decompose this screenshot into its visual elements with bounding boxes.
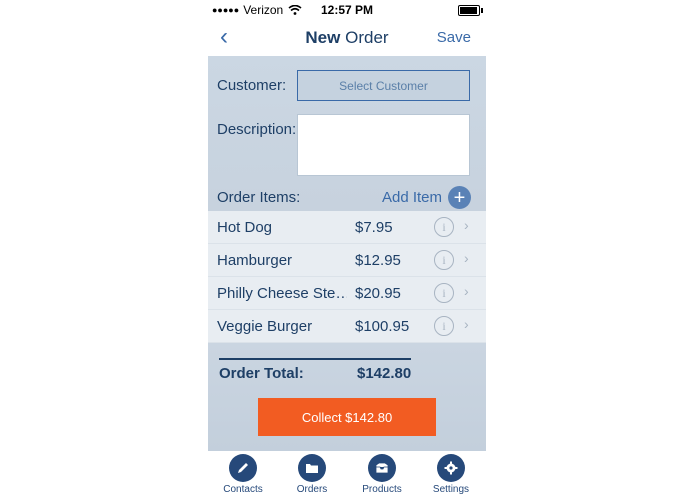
info-icon[interactable]: i [434,283,454,303]
item-price: $100.95 [355,318,410,335]
plus-icon: + [448,186,471,209]
status-time: 12:57 PM [320,3,374,17]
total-divider [219,358,411,360]
tab-label: Contacts [223,484,263,495]
pencil-icon [229,454,257,482]
page-title-bold: New [305,28,341,47]
tab-label: Products [362,484,402,495]
description-field[interactable] [297,114,470,176]
tab-label: Settings [432,484,470,495]
item-name: Hot Dog [217,219,273,236]
page-title-rest: Order [345,28,389,47]
chevron-right-icon: › [464,316,469,332]
order-form: Customer: Select Customer Description: O… [208,56,486,211]
gear-icon [437,454,465,482]
inbox-icon [368,454,396,482]
order-total-label: Order Total: [219,365,304,382]
status-bar: ●●●●● Verizon 12:57 PM [208,0,486,20]
tab-settings[interactable]: Settings [421,454,481,495]
save-button[interactable]: Save [437,29,471,46]
customer-label: Customer: [217,77,287,94]
order-total-value: $142.80 [357,365,412,382]
chevron-right-icon: › [464,217,469,233]
order-items-label: Order Items: [217,189,301,206]
item-price: $20.95 [355,285,401,302]
list-item[interactable]: Philly Cheese Ste… $20.95 i › [208,277,486,310]
folder-icon [298,454,326,482]
add-item-label: Add Item [381,189,442,206]
tab-bar: Contacts Orders Products Settings [208,451,486,495]
phone-screen: ●●●●● Verizon 12:57 PM ‹ New Order Save … [208,0,486,495]
list-item[interactable]: Hot Dog $7.95 i › [208,211,486,244]
info-icon[interactable]: i [434,217,454,237]
list-item[interactable]: Veggie Burger $100.95 i › [208,310,486,343]
chevron-right-icon: › [464,283,469,299]
description-label: Description: [217,121,297,138]
tab-orders[interactable]: Orders [282,454,342,495]
item-price: $7.95 [355,219,393,236]
nav-bar: ‹ New Order Save [208,20,486,56]
order-totals: Order Total: $142.80 Collect $142.80 [208,343,486,451]
list-item[interactable]: Hamburger $12.95 i › [208,244,486,277]
tab-products[interactable]: Products [352,454,412,495]
tab-label: Orders [296,484,328,495]
item-name: Hamburger [217,252,293,269]
collect-button[interactable]: Collect $142.80 [258,398,436,436]
item-name: Philly Cheese Ste… [217,285,347,302]
info-icon[interactable]: i [434,250,454,270]
battery-icon [458,5,483,16]
info-icon[interactable]: i [434,316,454,336]
item-name: Veggie Burger [217,318,313,335]
select-customer-button[interactable]: Select Customer [297,70,470,101]
add-item-button[interactable]: Add Item + [382,186,471,209]
chevron-right-icon: › [464,250,469,266]
item-price: $12.95 [355,252,401,269]
tab-contacts[interactable]: Contacts [213,454,273,495]
order-items-list: Hot Dog $7.95 i › Hamburger $12.95 i › P… [208,211,486,343]
